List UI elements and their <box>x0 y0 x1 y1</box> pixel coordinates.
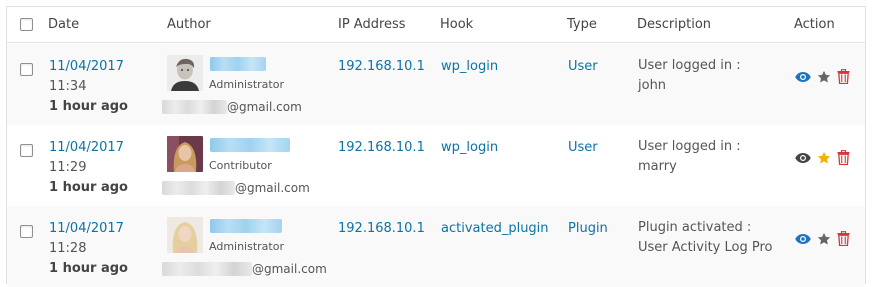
column-hook[interactable]: Hook <box>440 17 473 32</box>
log-ago: 1 hour ago <box>49 180 128 195</box>
avatar <box>167 217 203 253</box>
author-role: Administrator <box>209 78 284 91</box>
description-line: User Activity Log Pro <box>638 240 773 255</box>
author-name-redacted[interactable] <box>210 57 266 71</box>
select-all-checkbox[interactable] <box>20 18 33 31</box>
log-time: 11:29 <box>49 160 87 175</box>
hook-name[interactable]: wp_login <box>441 59 498 74</box>
author-name-redacted[interactable] <box>210 138 290 152</box>
hook-name[interactable]: wp_login <box>441 140 498 155</box>
description-line: marry <box>638 159 677 174</box>
author-name-redacted[interactable] <box>210 219 282 233</box>
star-icon-active[interactable] <box>817 151 831 165</box>
log-time: 11:34 <box>49 79 87 94</box>
log-ago: 1 hour ago <box>49 261 128 276</box>
column-action: Action <box>794 17 835 32</box>
table-row: 11/04/2017 11:28 1 hour ago Administrato… <box>7 206 865 287</box>
object-type[interactable]: User <box>568 59 598 74</box>
description-line: User logged in : <box>638 139 741 154</box>
column-ip-address[interactable]: IP Address <box>338 17 406 32</box>
view-icon[interactable] <box>795 152 811 164</box>
author-email-domain: @gmail.com <box>235 181 310 195</box>
table-row: 11/04/2017 11:29 1 hour ago Contributor … <box>7 125 865 206</box>
view-icon[interactable] <box>795 71 811 83</box>
description: User logged in : marry <box>638 137 741 177</box>
activity-log-table: Date Author IP Address Hook Type Descrip… <box>6 6 866 287</box>
description: Plugin activated : User Activity Log Pro <box>638 218 773 258</box>
author-email-domain: @gmail.com <box>252 262 327 276</box>
log-date[interactable]: 11/04/2017 <box>49 140 124 155</box>
description-line: Plugin activated : <box>638 220 752 235</box>
row-checkbox[interactable] <box>20 225 33 238</box>
author-role: Administrator <box>209 240 284 253</box>
description-line: john <box>638 78 667 93</box>
object-type[interactable]: User <box>568 140 598 155</box>
trash-icon[interactable] <box>837 69 850 84</box>
column-author[interactable]: Author <box>167 17 211 32</box>
hook-name[interactable]: activated_plugin <box>441 221 549 236</box>
column-description[interactable]: Description <box>637 17 711 32</box>
row-checkbox[interactable] <box>20 144 33 157</box>
object-type[interactable]: Plugin <box>568 221 608 236</box>
avatar <box>167 136 203 172</box>
table-row: 11/04/2017 11:34 1 hour ago Administrato… <box>7 44 865 125</box>
column-type[interactable]: Type <box>567 17 597 32</box>
log-date[interactable]: 11/04/2017 <box>49 221 124 236</box>
email-user-redacted <box>162 100 227 114</box>
star-icon[interactable] <box>817 232 831 246</box>
table-header: Date Author IP Address Hook Type Descrip… <box>7 7 865 43</box>
ip-address[interactable]: 192.168.10.1 <box>338 59 425 74</box>
view-icon[interactable] <box>795 233 811 245</box>
log-date[interactable]: 11/04/2017 <box>49 59 124 74</box>
log-time: 11:28 <box>49 241 87 256</box>
star-icon[interactable] <box>817 70 831 84</box>
row-checkbox[interactable] <box>20 63 33 76</box>
column-date[interactable]: Date <box>48 17 79 32</box>
description: User logged in : john <box>638 56 741 96</box>
description-line: User logged in : <box>638 58 741 73</box>
trash-icon[interactable] <box>837 150 850 165</box>
avatar <box>167 55 203 91</box>
ip-address[interactable]: 192.168.10.1 <box>338 221 425 236</box>
email-user-redacted <box>162 181 235 195</box>
log-ago: 1 hour ago <box>49 99 128 114</box>
author-email-domain: @gmail.com <box>227 100 302 114</box>
email-user-redacted <box>162 262 252 276</box>
ip-address[interactable]: 192.168.10.1 <box>338 140 425 155</box>
trash-icon[interactable] <box>837 231 850 246</box>
author-role: Contributor <box>209 159 272 172</box>
